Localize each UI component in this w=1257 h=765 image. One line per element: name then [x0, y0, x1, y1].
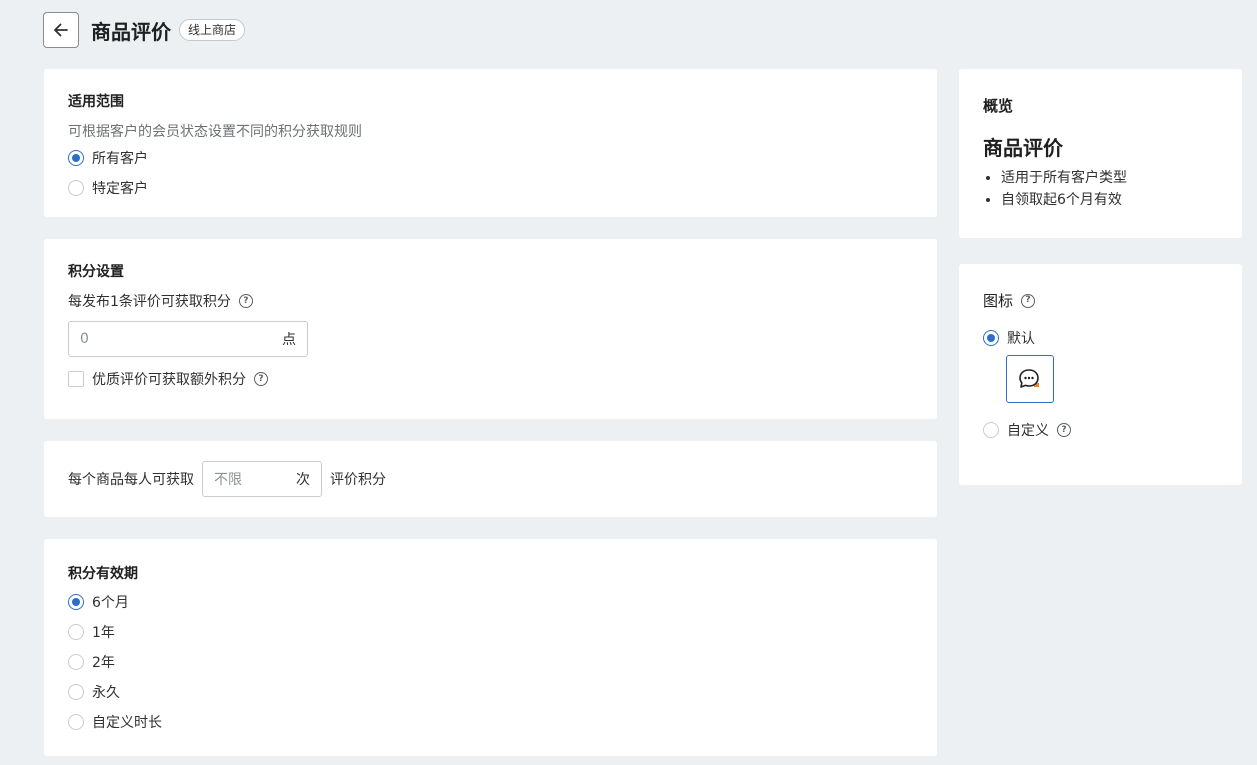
limit-postfix: 评价积分 — [330, 472, 386, 488]
validity-option-custom[interactable]: 自定义时长 — [68, 707, 913, 737]
page-header: 商品评价 线上商店 — [43, 12, 246, 48]
validity-option-label: 1年 — [92, 625, 115, 641]
help-icon[interactable]: ? — [238, 294, 253, 308]
validity-option-label: 2年 — [92, 655, 115, 671]
overview-item: 适用于所有客户类型 — [1001, 167, 1218, 189]
points-card: 积分设置 每发布1条评价可获取积分 ? 0 点 优质评价可获取额外积分 ? — [44, 239, 937, 419]
channel-badge: 线上商店 — [179, 19, 246, 41]
help-icon[interactable]: ? — [1057, 423, 1071, 437]
validity-option-label: 自定义时长 — [92, 715, 162, 731]
limit-input[interactable]: 不限 次 — [202, 461, 322, 497]
arrow-left-icon — [54, 23, 68, 37]
validity-title: 积分有效期 — [68, 566, 138, 582]
limit-input-placeholder: 不限 — [214, 472, 242, 488]
scope-option-label: 所有客户 — [92, 151, 148, 167]
validity-option-6m[interactable]: 6个月 — [68, 587, 913, 617]
overview-card: 概览 商品评价 适用于所有客户类型 自领取起6个月有效 — [959, 69, 1242, 238]
scope-title: 适用范围 — [68, 94, 124, 110]
points-input[interactable]: 0 点 — [68, 321, 308, 357]
scope-option-specific[interactable]: 特定客户 — [68, 173, 913, 203]
scope-radio-specific[interactable] — [68, 180, 84, 196]
icon-title: 图标 — [983, 292, 1014, 310]
scope-radio-all[interactable] — [68, 150, 84, 166]
points-input-placeholder: 0 — [80, 331, 89, 347]
back-button[interactable] — [43, 12, 79, 48]
validity-option-2y[interactable]: 2年 — [68, 647, 913, 677]
scope-option-label: 特定客户 — [92, 181, 148, 197]
limit-input-suffix: 次 — [296, 472, 310, 488]
icon-radio-default[interactable] — [983, 330, 999, 346]
validity-option-forever[interactable]: 永久 — [68, 677, 913, 707]
chat-bubble-icon — [1019, 369, 1039, 388]
scope-subtitle: 可根据客户的会员状态设置不同的积分获取规则 — [68, 124, 362, 140]
limit-prefix: 每个商品每人可获取 — [68, 472, 194, 488]
validity-option-label: 6个月 — [92, 595, 129, 611]
overview-name: 商品评价 — [983, 136, 1063, 160]
limit-card: 每个商品每人可获取 不限 次 评价积分 — [44, 441, 937, 517]
icon-option-default[interactable]: 默认 — [983, 323, 1218, 353]
icon-radio-custom[interactable] — [983, 422, 999, 438]
validity-option-label: 永久 — [92, 685, 120, 701]
validity-option-1y[interactable]: 1年 — [68, 617, 913, 647]
points-field-label: 每发布1条评价可获取积分 — [68, 294, 231, 310]
validity-radio[interactable] — [68, 594, 84, 610]
extra-points-option[interactable]: 优质评价可获取额外积分 ? — [68, 364, 913, 394]
icon-card: 图标 ? 默认 自定义 ? — [959, 264, 1242, 485]
overview-item: 自领取起6个月有效 — [1001, 189, 1218, 211]
scope-card: 适用范围 可根据客户的会员状态设置不同的积分获取规则 所有客户 特定客户 — [44, 69, 937, 217]
validity-radio[interactable] — [68, 624, 84, 640]
validity-radio[interactable] — [68, 684, 84, 700]
scope-option-all[interactable]: 所有客户 — [68, 143, 913, 173]
page-title: 商品评价 — [91, 19, 171, 44]
icon-option-custom[interactable]: 自定义 ? — [983, 415, 1218, 445]
overview-list: 适用于所有客户类型 自领取起6个月有效 — [1001, 167, 1218, 211]
points-input-suffix: 点 — [282, 332, 296, 348]
icon-custom-label: 自定义 — [1007, 423, 1049, 439]
help-icon[interactable]: ? — [1021, 293, 1036, 308]
points-title: 积分设置 — [68, 264, 124, 280]
overview-title: 概览 — [983, 97, 1014, 115]
help-icon[interactable]: ? — [254, 372, 268, 386]
extra-points-checkbox[interactable] — [68, 371, 84, 387]
icon-default-label: 默认 — [1007, 331, 1035, 347]
validity-radio[interactable] — [68, 714, 84, 730]
validity-radio[interactable] — [68, 654, 84, 670]
validity-card: 积分有效期 6个月 1年 2年 永久 自定义时长 — [44, 539, 937, 756]
extra-points-label: 优质评价可获取额外积分 — [92, 372, 246, 388]
icon-preview[interactable] — [1006, 355, 1054, 403]
